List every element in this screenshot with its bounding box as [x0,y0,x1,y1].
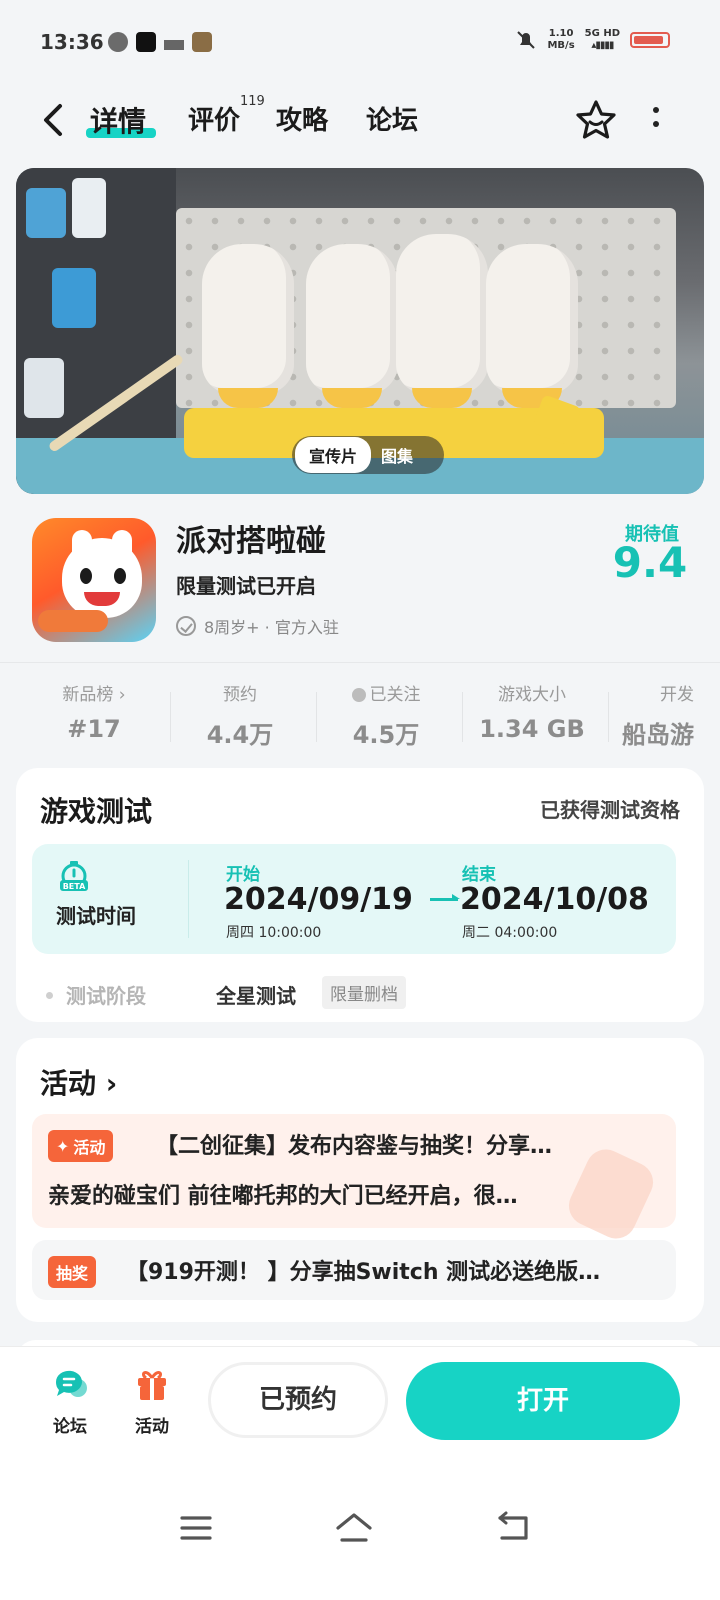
forum-button[interactable]: 论坛 [40,1366,100,1437]
lottery-tag: 抽奖 [48,1256,97,1288]
back-icon[interactable] [36,98,72,142]
favorite-star-icon[interactable] [574,98,618,142]
open-button[interactable]: 打开 [406,1362,680,1440]
party-popper-icon: ✦ [56,1136,70,1156]
status-bar: 13:36 1.10 MB/s 5G HD ▴▮▮▮▮ [0,0,720,86]
banner-figure-4 [486,244,578,408]
activity-title: 【二创征集】发布内容鉴与抽奖！分享… [156,1134,553,1159]
wechat-icon [108,32,128,52]
end-date: 2024/10/08 [460,882,649,917]
menu-icon[interactable] [176,1510,216,1546]
toggle-video[interactable]: 宣传片 [295,437,372,473]
heart-icon [351,688,366,702]
test-time-label: 测试时间 [56,904,136,928]
banner-media-toggle[interactable]: 宣传片 图集 [292,436,444,474]
lottery-item[interactable]: 抽奖 【919开测！ 】分享抽Switch 测试必送绝版… [32,1240,676,1300]
stage-tag: 限量删档 [322,976,406,1009]
tab-details[interactable]: 详情 [90,100,146,140]
crown-icon [164,36,184,50]
activity-button[interactable]: 活动 [122,1366,182,1437]
banner-figure-3 [396,234,488,408]
app-name: 派对搭啦碰 [176,524,326,559]
signal-bars-icon: ▴▮▮▮▮ [591,40,614,51]
stage-label: 测试阶段 [66,984,146,1008]
test-time-box: BETA 测试时间 开始 2024/09/19 周四 10:00:00 结束 2… [32,844,676,954]
stat-game-size: 游戏大小 1.34 GB [479,685,585,743]
verified-check-icon [176,616,196,636]
banner-figure-2 [306,244,398,408]
activity-card: 活动 › ✦ 活动 【二创征集】发布内容鉴与抽奖！分享… 亲爱的碰宝们 前往嘟托… [16,1038,704,1322]
banner-figure-1 [202,244,294,408]
back-nav-icon[interactable] [494,1510,534,1546]
more-options-icon[interactable] [650,104,662,136]
app-meta: 8周岁+ · 官方入驻 [176,614,339,638]
home-icon[interactable] [334,1510,374,1546]
date-arrow-head [452,894,460,899]
tab-forum[interactable]: 论坛 [366,100,418,137]
start-date: 2024/09/19 [224,882,413,917]
forum-chat-icon [55,1370,87,1397]
status-time: 13:36 [40,30,104,54]
reserved-button[interactable]: 已预约 [208,1362,388,1438]
mute-bell-icon [517,31,536,49]
promo-banner[interactable]: 宣传片 图集 [16,168,704,494]
start-time: 周四 10:00:00 [226,925,322,941]
review-count-badge: 119 [240,94,265,109]
svg-text:BETA: BETA [63,882,86,891]
signal-indicator: 5G HD ▴▮▮▮▮ [584,28,620,51]
lottery-title: 【919开测！ 】分享抽Switch 测试必送绝版… [126,1260,601,1285]
stat-developer[interactable]: 开发 船岛游 [608,680,720,750]
net-speed: 1.10 MB/s [547,28,575,51]
app-icon [32,518,156,642]
notification-icons [108,32,212,52]
expectation-score: 9.4 [612,538,688,587]
game-app-icon [192,32,212,52]
app-meta-text: 8周岁+ · 官方入驻 [204,618,339,637]
battery-icon [630,32,670,48]
test-card-title: 游戏测试 [40,795,153,828]
activity-card-title[interactable]: 活动 › [40,1062,117,1102]
stage-value: 全星测试 [216,984,296,1008]
activity-tag: ✦ 活动 [48,1130,114,1162]
stat-followers[interactable]: 已关注 4.5万 [316,680,456,750]
activity-item[interactable]: ✦ 活动 【二创征集】发布内容鉴与抽奖！分享… 亲爱的碰宝们 前往嘟托邦的大门已… [32,1114,676,1246]
toggle-gallery[interactable]: 图集 [371,437,423,473]
tab-reviews[interactable]: 评价 [188,100,240,137]
game-test-card: 游戏测试 已获得测试资格 BETA 测试时间 开始 2024/09/19 周四 … [16,768,704,1022]
tab-guides[interactable]: 攻略 [276,100,328,137]
activity-desc: 亲爱的碰宝们 前往嘟托邦的大门已经开启，很… [48,1184,518,1209]
stage-bullet [46,992,53,999]
app-subtitle: 限量测试已开启 [176,574,316,598]
beta-timer-icon: BETA [60,861,88,891]
divider [0,662,720,663]
test-box-divider [188,860,189,938]
test-qualification: 已获得测试资格 [540,798,680,822]
stat-new-rank[interactable]: 新品榜 › #17 [24,680,164,743]
tiktok-icon [136,32,156,52]
stat-reservations: 预约 4.4万 [206,685,274,749]
gift-icon [138,1371,166,1400]
end-time: 周二 04:00:00 [462,925,558,941]
